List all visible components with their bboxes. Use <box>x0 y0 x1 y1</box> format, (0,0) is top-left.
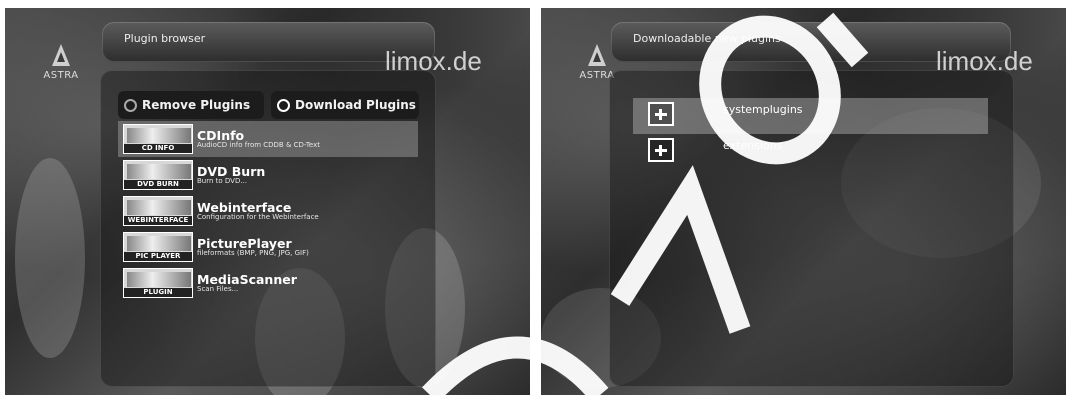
category-label: extensions <box>723 139 783 152</box>
logo-text: ASTRA <box>43 70 79 81</box>
button-label: Remove Plugins <box>142 98 251 112</box>
downloadable-plugins-screen: ASTRA Downloadable new plugins limox.de … <box>541 8 1066 395</box>
plugin-item-cdinfo[interactable]: CD INFO CDInfo AudioCD info from CDDB & C… <box>118 121 418 157</box>
window-title: Downloadable new plugins <box>633 32 781 45</box>
dvd-burn-icon: DVD BURN <box>123 160 193 190</box>
cd-info-icon: CD INFO <box>123 124 193 154</box>
plugin-name: CDInfo <box>197 127 245 143</box>
icon-label: DVD BURN <box>124 180 192 189</box>
plugin-name: Webinterface <box>197 199 292 215</box>
plugin-name: DVD Burn <box>197 163 266 179</box>
plugin-item-dvdburn[interactable]: DVD BURN DVD Burn Burn to DVD... <box>118 157 418 193</box>
icon-art <box>127 236 191 251</box>
icon-art <box>127 164 191 179</box>
icon-art <box>127 200 191 215</box>
remove-plugins-button[interactable]: Remove Plugins <box>118 91 264 119</box>
plugin-description: Burn to DVD... <box>197 176 248 185</box>
astra-logo-icon <box>52 44 70 66</box>
expand-plus-icon[interactable] <box>648 102 674 126</box>
background-fish <box>15 158 85 358</box>
download-plugins-button[interactable]: Download Plugins <box>271 91 419 119</box>
plugin-list: CD INFO CDInfo AudioCD info from CDDB & C… <box>118 121 418 301</box>
circle-icon <box>277 98 290 112</box>
plugin-description: fileformats (BMP, PNG, JPG, GIF) <box>197 248 309 257</box>
plugin-item-mediascanner[interactable]: PLUGIN MediaScanner Scan Files... <box>118 265 418 301</box>
plugin-browser-screen: ASTRA Plugin browser limox.de Remove Plu… <box>5 8 530 395</box>
icon-label: CD INFO <box>124 144 192 153</box>
button-label: Download Plugins <box>295 98 416 112</box>
category-item-extensions[interactable]: extensions <box>633 134 988 170</box>
category-label: systemplugins <box>723 103 803 116</box>
plugin-icon: PLUGIN <box>123 268 193 298</box>
expand-plus-icon[interactable] <box>648 138 674 162</box>
plugin-item-pictureplayer[interactable]: PIC PLAYER PicturePlayer fileformats (BMP… <box>118 229 418 265</box>
plugin-name: PicturePlayer <box>197 235 292 251</box>
plugin-name: MediaScanner <box>197 271 297 287</box>
pic-player-icon: PIC PLAYER <box>123 232 193 262</box>
circle-icon <box>124 98 137 112</box>
plugin-item-webinterface[interactable]: WEBINTERFACE Webinterface Configuration f… <box>118 193 418 229</box>
category-list: systemplugins extensions <box>633 98 988 170</box>
icon-art <box>127 272 191 287</box>
webinterface-icon: WEBINTERFACE <box>123 196 193 226</box>
icon-label: WEBINTERFACE <box>124 216 192 225</box>
window-title: Plugin browser <box>124 32 206 45</box>
category-item-systemplugins[interactable]: systemplugins <box>633 98 988 134</box>
icon-label: PLUGIN <box>124 288 192 297</box>
icon-label: PIC PLAYER <box>124 252 192 261</box>
plugin-description: AudioCD info from CDDB & CD-Text <box>197 140 320 149</box>
plugin-description: Configuration for the Webinterface <box>197 212 319 221</box>
plugin-description: Scan Files... <box>197 284 239 293</box>
astra-logo: ASTRA <box>41 44 81 81</box>
icon-art <box>127 128 191 143</box>
astra-logo-icon <box>588 44 606 66</box>
